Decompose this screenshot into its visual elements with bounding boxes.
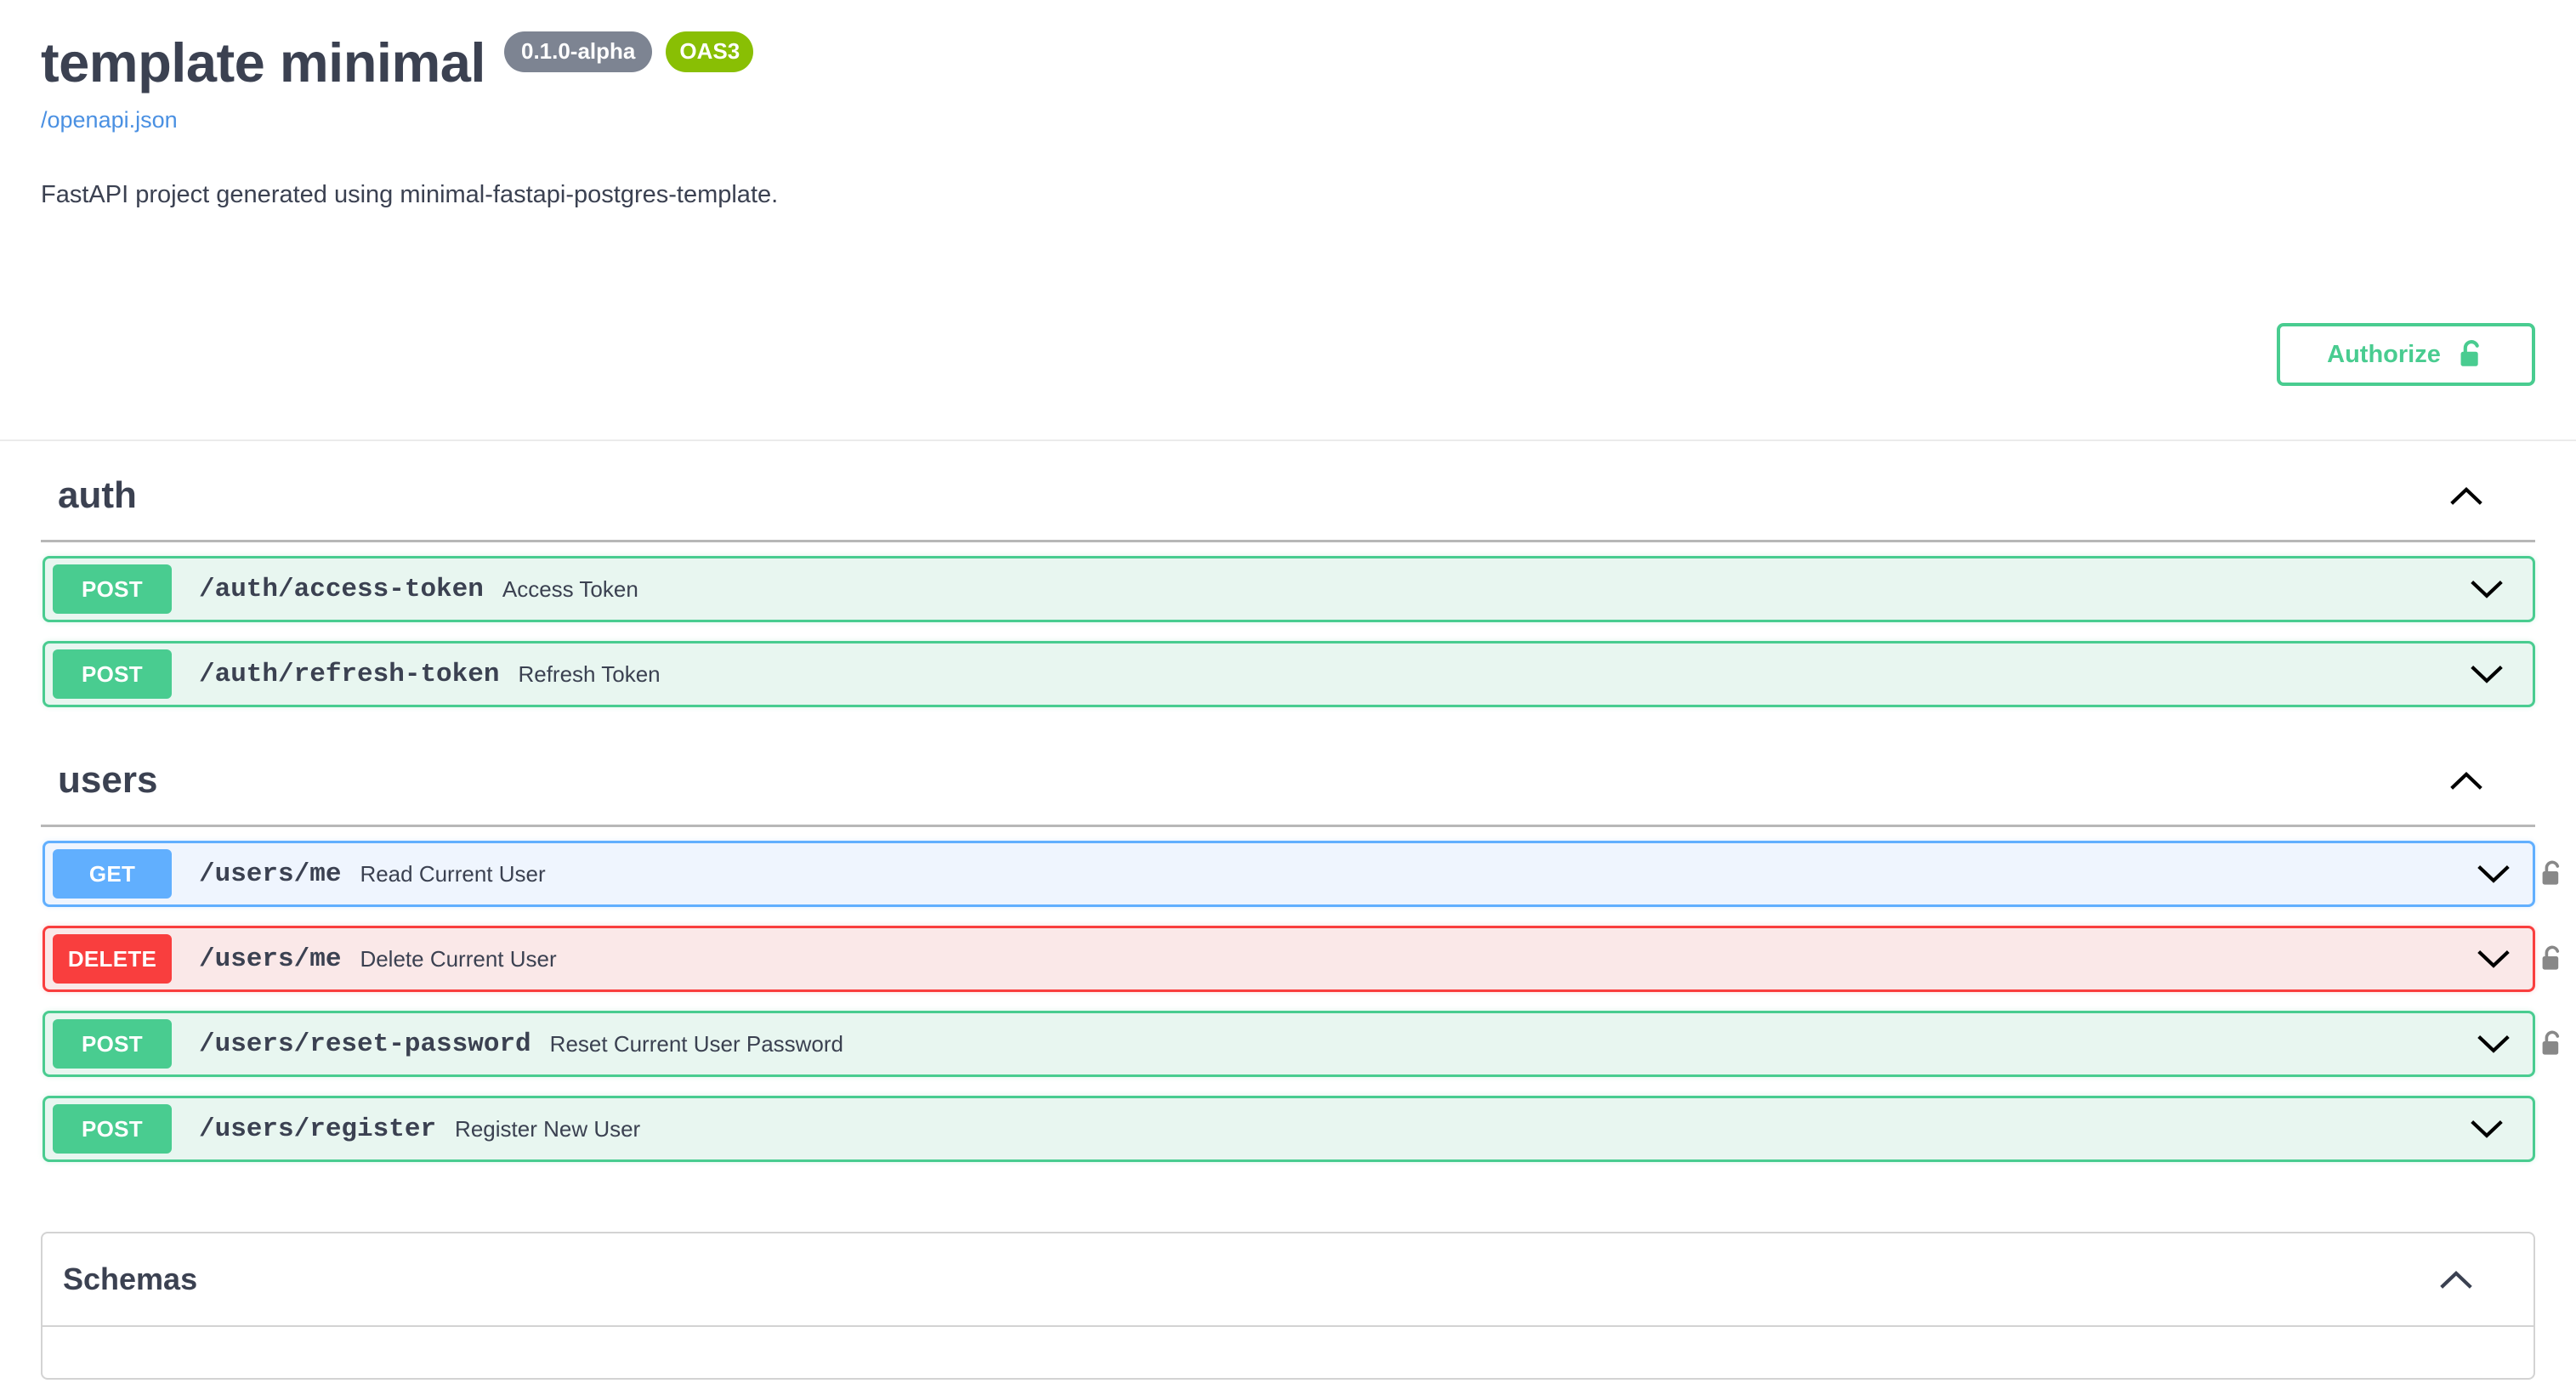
operation-controls [2468,928,2533,989]
operation-controls [2468,843,2533,904]
chevron-up-icon[interactable] [2450,485,2482,506]
operation-path: /users/me [199,859,342,889]
unlock-icon[interactable] [2539,859,2565,888]
operation-summary: Refresh Token [518,660,661,687]
models-wrapper: Schemas [0,1181,2576,1380]
operation-summary: Read Current User [360,860,546,887]
operation-path: /auth/refresh-token [199,659,500,689]
operation-summary: Access Token [502,575,638,602]
models-body [43,1327,2533,1378]
authorize-button-label: Authorize [2327,340,2441,368]
operation-summary: Delete Current User [360,945,557,972]
models-header[interactable]: Schemas [43,1233,2533,1328]
operation-summary: Reset Current User Password [549,1030,844,1057]
unlock-icon[interactable] [2539,1029,2565,1058]
tag-section-users: users GET/users/me Read Current User DELETE… [0,726,2576,1163]
chevron-down-icon[interactable] [2461,1119,2512,1139]
operation-row[interactable]: POST/users/register Register New User [43,1096,2535,1163]
chevron-down-icon[interactable] [2468,949,2519,969]
operation-summary: Register New User [455,1115,641,1142]
operation-list: POST/auth/access-token Access Token POST/a… [41,542,2535,708]
operation-row[interactable]: GET/users/me Read Current User [43,841,2560,908]
operation-path: /users/register [199,1114,437,1144]
operation-path: /users/reset-password [199,1029,531,1059]
api-title-row: template minimal 0.1.0-alpha OAS3 [41,31,2535,94]
authorize-button[interactable]: Authorize [2277,323,2535,387]
tag-sections-container: auth POST/auth/access-token Access Token PO… [0,441,2576,1163]
operation-path: /auth/access-token [199,574,484,604]
operation-path: /users/me [199,944,342,974]
chevron-up-icon[interactable] [2440,1269,2472,1290]
http-method-badge: DELETE [53,934,172,984]
operation-row[interactable]: POST/auth/access-token Access Token [43,556,2535,623]
operation-row[interactable]: POST/users/reset-password Reset Current U… [43,1011,2560,1078]
http-method-badge: POST [53,1104,172,1154]
http-method-badge: POST [53,1019,172,1069]
authorize-wrapper: Authorize [0,312,2576,397]
oas-version-badge: OAS3 [666,31,754,72]
swagger-ui-root: template minimal 0.1.0-alpha OAS3 /opena… [0,0,2576,1380]
api-description: FastAPI project generated using minimal-… [41,180,779,208]
operation-controls [2468,1013,2533,1074]
tag-name: users [58,759,158,802]
operation-row[interactable]: DELETE/users/me Delete Current User [43,926,2560,993]
operation-controls [2461,643,2533,705]
operation-controls [2461,558,2533,620]
tag-header-auth[interactable]: auth [41,441,2535,543]
tag-header-users[interactable]: users [41,726,2535,828]
chevron-down-icon[interactable] [2461,579,2512,599]
http-method-badge: POST [53,564,172,615]
models-box: Schemas [41,1232,2535,1380]
chevron-down-icon[interactable] [2468,864,2519,884]
operation-list: GET/users/me Read Current User DELETE/user… [41,827,2560,1163]
unlock-icon [2458,339,2485,370]
chevron-down-icon[interactable] [2461,664,2512,684]
tag-name: auth [58,474,137,517]
models-title: Schemas [63,1261,198,1297]
openapi-spec-link[interactable]: /openapi.json [41,107,2535,133]
page-title: template minimal [41,31,485,94]
unlock-icon[interactable] [2539,944,2565,973]
chevron-down-icon[interactable] [2468,1034,2519,1054]
operation-controls [2461,1098,2533,1159]
tag-section-auth: auth POST/auth/access-token Access Token PO… [0,441,2576,708]
operation-row[interactable]: POST/auth/refresh-token Refresh Token [43,641,2535,708]
version-badge: 0.1.0-alpha [503,31,653,72]
chevron-up-icon[interactable] [2450,770,2482,791]
http-method-badge: GET [53,849,172,899]
api-info-block: template minimal 0.1.0-alpha OAS3 /opena… [0,0,2576,212]
http-method-badge: POST [53,649,172,700]
